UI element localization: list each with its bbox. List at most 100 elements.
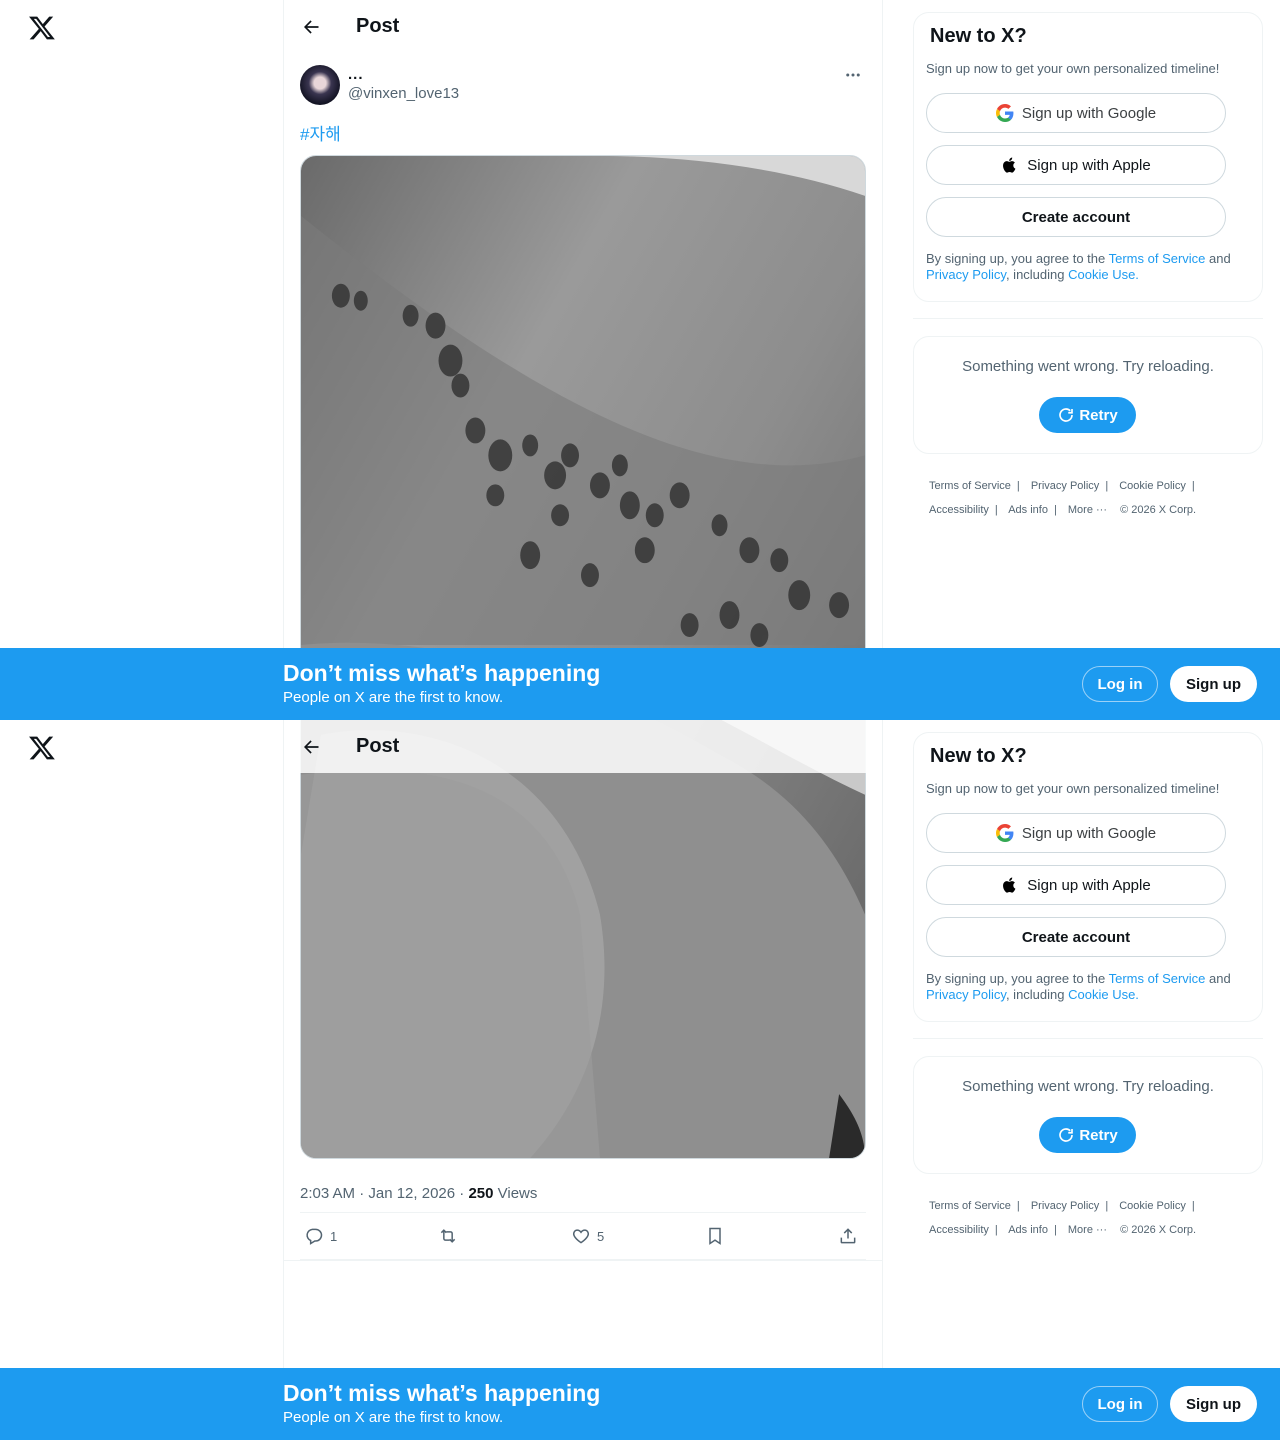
footer-links: Terms of Service | Privacy Policy | Cookie… (929, 1200, 1197, 1236)
post-timestamp[interactable]: 2:03 AM · Jan 12, 2026 · (300, 1185, 468, 1202)
heart-icon (572, 1229, 590, 1244)
footer-accessibility[interactable]: Accessibility (929, 504, 989, 516)
author-name[interactable]: ... (348, 66, 459, 84)
primary-column: Post ... @vinxen_love13 #자해 (283, 0, 883, 720)
signup-button[interactable]: Sign up (1170, 1386, 1257, 1422)
signup-subtitle: Sign up now to get your own personalized… (926, 781, 1220, 796)
viewport-top: Post ... @vinxen_love13 #자해 New to X? Si… (0, 0, 1280, 720)
terms-link[interactable]: Terms of Service (1109, 251, 1206, 266)
share-icon (840, 1228, 856, 1244)
signup-apple-label: Sign up with Apple (1027, 876, 1151, 894)
footer-copyright: © 2026 X Corp. (1120, 504, 1197, 516)
footer-privacy[interactable]: Privacy Policy (1031, 480, 1099, 492)
banner-title: Don’t miss what’s happening (283, 660, 601, 686)
like-count: 5 (597, 1228, 605, 1244)
sidebar-divider (913, 318, 1263, 319)
signup-title: New to X? (930, 25, 1027, 47)
error-message: Something went wrong. Try reloading. (962, 358, 1214, 375)
signup-legal: By signing up, you agree to the Terms of… (926, 251, 1256, 283)
bookmark-icon (708, 1227, 721, 1245)
create-account-button[interactable]: Create account (926, 197, 1226, 237)
privacy-link[interactable]: Privacy Policy (926, 267, 1006, 282)
author-handle[interactable]: @vinxen_love13 (348, 84, 459, 104)
primary-column: Post 2:03 AM · Jan 12, 2026 · 250 Views … (283, 720, 883, 1440)
signup-google-button[interactable]: Sign up with Google (926, 813, 1226, 853)
footer-more[interactable]: More ··· (1068, 504, 1107, 516)
avatar[interactable] (300, 65, 340, 105)
apple-icon (1003, 157, 1016, 173)
signup-button[interactable]: Sign up (1170, 666, 1257, 702)
post-photo (301, 156, 865, 720)
login-button[interactable]: Log in (1082, 1386, 1158, 1422)
post-actions: 1 5 (300, 1212, 866, 1260)
signup-google-button[interactable]: Sign up with Google (926, 93, 1226, 133)
cookie-use-link[interactable]: Cookie Use. (1068, 987, 1139, 1002)
retry-label: Retry (1079, 1126, 1118, 1144)
sidebar-divider (913, 1038, 1263, 1039)
bookmark-button[interactable] (703, 1226, 743, 1246)
share-button[interactable] (836, 1226, 864, 1246)
google-icon (995, 824, 1014, 842)
legal-text: By signing up, you agree to the (926, 971, 1109, 986)
footer-cookie[interactable]: Cookie Policy (1119, 1200, 1186, 1212)
views-count: 250 (468, 1185, 494, 1202)
refresh-icon (1059, 408, 1074, 422)
login-banner: Don’t miss what’s happening People on X … (0, 1368, 1280, 1440)
trends-error-card: Something went wrong. Try reloading. Ret… (913, 336, 1263, 454)
banner-subtitle: People on X are the first to know. (283, 689, 504, 706)
post-media[interactable] (300, 720, 866, 1159)
x-logo-icon[interactable] (28, 734, 56, 762)
banner-title: Don’t miss what’s happening (283, 1380, 601, 1406)
back-arrow-icon[interactable] (294, 10, 328, 44)
login-button[interactable]: Log in (1082, 666, 1158, 702)
post-hashtag[interactable]: #자해 (300, 120, 341, 145)
post-photo (301, 720, 865, 1158)
footer-ads[interactable]: Ads info (1008, 1224, 1048, 1236)
views-label: Views (493, 1185, 538, 1202)
footer-terms[interactable]: Terms of Service (929, 1200, 1011, 1212)
post-metadata: 2:03 AM · Jan 12, 2026 · 250 Views (300, 1185, 537, 1202)
create-account-button[interactable]: Create account (926, 917, 1226, 957)
legal-text: By signing up, you agree to the (926, 251, 1109, 266)
legal-text: and (1205, 251, 1231, 266)
more-options-icon[interactable] (838, 64, 868, 86)
signup-card: New to X? Sign up now to get your own pe… (913, 732, 1263, 1022)
signup-subtitle: Sign up now to get your own personalized… (926, 61, 1220, 76)
signup-google-label: Sign up with Google (1021, 104, 1157, 122)
signup-apple-label: Sign up with Apple (1027, 156, 1151, 174)
post-separator (284, 1260, 882, 1261)
back-arrow-icon[interactable] (294, 730, 328, 764)
retry-button[interactable]: Retry (1039, 397, 1136, 433)
x-logo-icon[interactable] (28, 14, 56, 42)
post-media[interactable] (300, 155, 866, 720)
signup-legal: By signing up, you agree to the Terms of… (926, 971, 1256, 1003)
cookie-use-link[interactable]: Cookie Use. (1068, 267, 1139, 282)
footer-more[interactable]: More ··· (1068, 1224, 1107, 1236)
footer-links: Terms of Service | Privacy Policy | Cookie… (929, 480, 1197, 516)
signup-apple-button[interactable]: Sign up with Apple (926, 145, 1226, 185)
signup-title: New to X? (930, 745, 1027, 767)
signup-google-label: Sign up with Google (1021, 824, 1157, 842)
repost-button[interactable] (436, 1226, 476, 1246)
footer-ads[interactable]: Ads info (1008, 504, 1048, 516)
refresh-icon (1059, 1128, 1074, 1142)
terms-link[interactable]: Terms of Service (1109, 971, 1206, 986)
google-icon (995, 104, 1014, 122)
signup-card: New to X? Sign up now to get your own pe… (913, 12, 1263, 302)
footer-cookie[interactable]: Cookie Policy (1119, 480, 1186, 492)
banner-subtitle: People on X are the first to know. (283, 1409, 504, 1426)
privacy-link[interactable]: Privacy Policy (926, 987, 1006, 1002)
footer-accessibility[interactable]: Accessibility (929, 1224, 989, 1236)
page-title: Post (356, 15, 400, 37)
footer-privacy[interactable]: Privacy Policy (1031, 1200, 1099, 1212)
legal-text: and (1205, 971, 1231, 986)
reply-count: 1 (330, 1228, 338, 1244)
reply-button[interactable]: 1 (302, 1226, 342, 1246)
signup-apple-button[interactable]: Sign up with Apple (926, 865, 1226, 905)
legal-text: , including (1005, 267, 1069, 282)
like-button[interactable]: 5 (569, 1226, 609, 1246)
footer-copyright: © 2026 X Corp. (1120, 1224, 1197, 1236)
retry-button[interactable]: Retry (1039, 1117, 1136, 1153)
footer-terms[interactable]: Terms of Service (929, 480, 1011, 492)
post-author[interactable]: ... @vinxen_love13 (300, 65, 459, 105)
